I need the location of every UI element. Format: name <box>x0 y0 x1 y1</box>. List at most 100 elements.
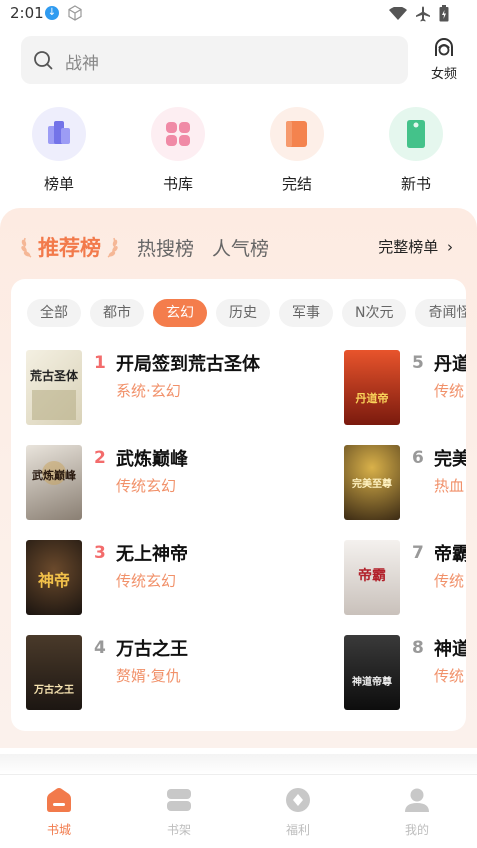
user-icon <box>405 788 429 812</box>
book-item[interactable]: 完美至尊 6 完美 热血 <box>344 445 466 521</box>
book-tag: 系统·玄幻 <box>116 382 181 400</box>
cover-title: 荒古圣体 <box>29 368 79 383</box>
book-cover: 丹道帝 <box>344 350 400 425</box>
book-item[interactable]: 帝霸 7 帝霸 传统 <box>344 540 466 616</box>
rank-number: 7 <box>412 543 424 563</box>
female-channel-label: 女频 <box>430 67 457 82</box>
laurel-right-icon <box>107 237 118 258</box>
chip-fantasy[interactable]: 玄幻 <box>153 299 207 327</box>
nav-bookshelf[interactable]: 书架 <box>144 787 214 838</box>
chip-oddities[interactable]: 奇闻怪 <box>415 299 466 327</box>
book-tag: 传统 <box>434 572 465 590</box>
rank-panel: 推荐榜 热搜榜 人气榜 完整榜单 › 全部 都市 玄幻 历史 军事 N次元 奇闻… <box>0 208 477 748</box>
new-book-tag-icon <box>389 107 443 161</box>
book-cover: 武炼巅峰 <box>26 445 82 520</box>
chip-n-dimension[interactable]: N次元 <box>342 299 407 327</box>
quick-nav-label: 完结 <box>281 175 312 193</box>
rank-tabs: 推荐榜 热搜榜 人气榜 <box>20 230 269 264</box>
book-item[interactable]: 万古之王 4 万古之王 赘婿·复仇 <box>26 635 266 711</box>
tab-popularity[interactable]: 人气榜 <box>212 234 269 261</box>
nav-label: 书城 <box>46 823 71 837</box>
nav-label: 我的 <box>404 823 429 837</box>
quick-nav-label: 新书 <box>400 175 431 193</box>
book-item[interactable]: 神帝 3 无上神帝 传统玄幻 <box>26 540 266 616</box>
quick-nav-library[interactable]: 书库 <box>138 107 218 194</box>
book-item[interactable]: 神道帝尊 8 神道 传统 <box>344 635 466 711</box>
cover-title: 万古之王 <box>33 683 74 696</box>
nav-profile[interactable]: 我的 <box>382 787 452 838</box>
book-title: 万古之王 <box>116 639 188 660</box>
book-title: 无上神帝 <box>116 544 188 565</box>
book-item[interactable]: 荒古圣体 1 开局签到荒古圣体 系统·玄幻 <box>26 350 266 426</box>
nav-bookstore[interactable]: 书城 <box>24 787 94 838</box>
book-cover: 帝霸 <box>344 540 400 615</box>
cover-title: 丹道帝 <box>356 391 389 405</box>
quick-nav-label: 榜单 <box>43 175 74 193</box>
rank-number: 8 <box>412 638 424 658</box>
chip-all[interactable]: 全部 <box>27 299 81 327</box>
book-title: 完美 <box>434 449 466 470</box>
book-tag: 传统 <box>434 667 465 685</box>
book-item[interactable]: 丹道帝 5 丹道 传统 <box>344 350 466 426</box>
cover-title: 完美至尊 <box>352 477 392 490</box>
search-icon <box>34 51 53 70</box>
book-title: 帝霸 <box>434 544 466 565</box>
cover-title: 武炼巅峰 <box>32 468 77 482</box>
rank-card: 全部 都市 玄幻 历史 军事 N次元 奇闻怪 荒古圣体 1 开局签到荒古圣体 系… <box>11 279 466 731</box>
book-title: 丹道 <box>434 354 466 375</box>
nav-welfare[interactable]: 福利 <box>263 787 333 838</box>
download-icon: ↓ <box>45 6 59 20</box>
nav-label: 福利 <box>285 823 310 837</box>
next-section-edge <box>0 754 477 774</box>
chip-military[interactable]: 军事 <box>279 299 333 327</box>
full-list-link[interactable]: 完整榜单 › <box>378 236 453 257</box>
finished-book-icon <box>270 107 324 161</box>
book-tag: 赘婿·复仇 <box>116 667 181 685</box>
quick-nav-rank[interactable]: 榜单 <box>19 107 99 194</box>
cube-icon <box>68 5 82 21</box>
quick-nav-finished[interactable]: 完结 <box>257 107 337 194</box>
rank-number: 3 <box>94 543 106 563</box>
cover-title: 神帝 <box>38 571 70 590</box>
book-title: 武炼巅峰 <box>116 449 188 470</box>
chip-history[interactable]: 历史 <box>216 299 270 327</box>
nav-label: 书架 <box>166 823 191 837</box>
rank-number: 6 <box>412 448 424 468</box>
book-cover: 万古之王 <box>26 635 82 710</box>
full-list-label: 完整榜单 <box>378 238 439 256</box>
tab-recommended[interactable]: 推荐榜 <box>34 232 105 262</box>
chevron-right-icon: › <box>447 238 453 256</box>
battery-icon <box>439 5 449 22</box>
tab-hot-search[interactable]: 热搜榜 <box>137 234 194 261</box>
rank-number: 2 <box>94 448 106 468</box>
chip-urban[interactable]: 都市 <box>90 299 144 327</box>
laurel-left-icon <box>21 237 32 258</box>
cover-title: 神道帝尊 <box>352 675 392 688</box>
book-cover: 神帝 <box>26 540 82 615</box>
book-title: 开局签到荒古圣体 <box>116 354 260 375</box>
book-tag: 热血 <box>434 477 465 495</box>
bookshelf-icon <box>167 789 191 811</box>
search-input[interactable]: 战神 <box>21 36 408 84</box>
book-cover: 神道帝尊 <box>344 635 400 710</box>
book-tag: 传统 <box>434 382 465 400</box>
rank-number: 5 <box>412 353 424 373</box>
book-title: 神道 <box>434 639 466 660</box>
book-item[interactable]: 武炼巅峰 2 武炼巅峰 传统玄幻 <box>26 445 266 521</box>
search-placeholder: 战神 <box>65 54 99 74</box>
rank-number: 1 <box>94 353 106 373</box>
wifi-icon <box>389 6 407 20</box>
category-chips: 全部 都市 玄幻 历史 军事 N次元 奇闻怪 <box>27 299 466 327</box>
female-channel-button[interactable]: 女频 <box>422 36 466 84</box>
book-tag: 传统玄幻 <box>116 572 177 590</box>
book-cover: 荒古圣体 <box>26 350 82 425</box>
status-bar: 2:01 ↓ <box>0 0 477 28</box>
airplane-mode-icon <box>416 6 430 21</box>
bookstore-home-icon <box>47 788 71 812</box>
library-icon <box>151 107 205 161</box>
book-cover: 完美至尊 <box>344 445 400 520</box>
book-tag: 传统玄幻 <box>116 477 177 495</box>
bottom-nav: 书城 书架 福利 我的 <box>0 774 477 848</box>
quick-nav-new[interactable]: 新书 <box>376 107 456 194</box>
cover-title: 帝霸 <box>358 567 386 584</box>
